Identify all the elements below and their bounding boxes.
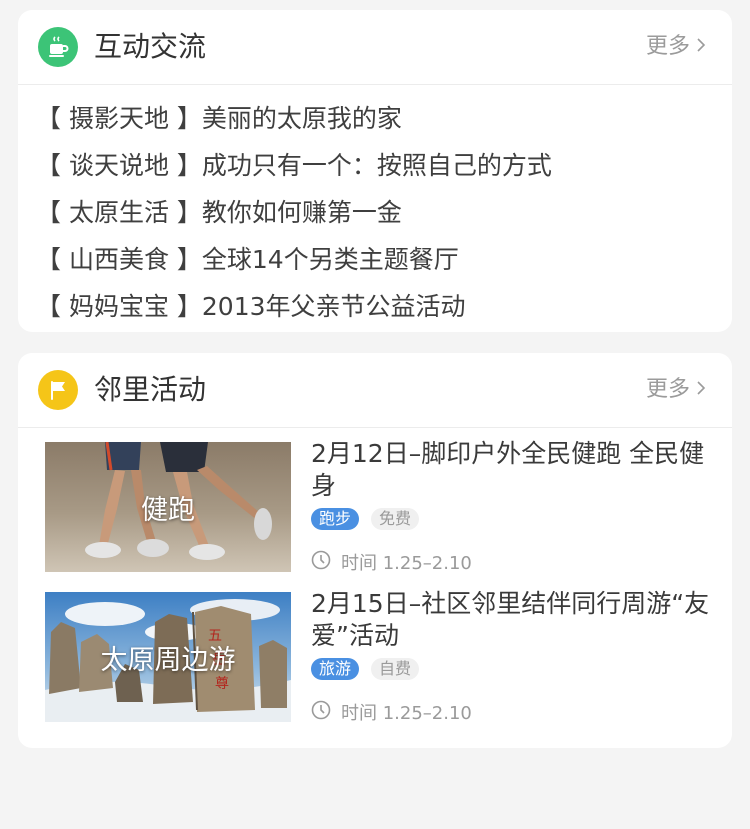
time-row: 时间 1.25–2.10 [311, 699, 472, 725]
more-label: 更多 [645, 34, 690, 59]
topic-item[interactable]: 【 妈妈宝宝 】2013年父亲节公益活动 [36, 283, 732, 330]
activities-title: 邻里活动 [94, 373, 207, 406]
category-tag: 跑步 [311, 508, 360, 530]
activity-title: 2月15日–社区邻里结伴同行周游“友爱”活动 [311, 589, 710, 650]
clock-icon [311, 700, 331, 725]
scenery-photo: 五 岳 尊 太原周边游 [45, 592, 291, 722]
fee-tag: 自费 [371, 658, 420, 680]
activity-title: 2月12日–脚印户外全民健跑 全民健身 [311, 439, 705, 500]
fee-tag: 免费 [371, 508, 420, 530]
time-row: 时间 1.25–2.10 [311, 549, 472, 575]
thumb-label: 太原周边游 [100, 644, 236, 676]
interaction-card: 互动交流 更多 【 摄影天地 】美丽的太原我的家 【 谈天说地 】成功只有一个：… [18, 10, 732, 332]
topic-item[interactable]: 【 山西美食 】全球14个另类主题餐厅 [36, 236, 732, 283]
running-photo: 健跑 [45, 442, 291, 572]
flag-icon [38, 370, 78, 410]
interaction-more-link[interactable]: 更多 [646, 32, 706, 62]
thumb-label: 健跑 [141, 494, 195, 526]
time-text: 时间 1.25–2.10 [341, 553, 472, 574]
coffee-cup-icon [38, 27, 78, 67]
interaction-title: 互动交流 [94, 30, 207, 63]
activities-more-link[interactable]: 更多 [646, 375, 706, 405]
topic-list: 【 摄影天地 】美丽的太原我的家 【 谈天说地 】成功只有一个：按照自己的方式 … [18, 85, 732, 330]
time-text: 时间 1.25–2.10 [341, 703, 472, 724]
clock-icon [311, 550, 331, 575]
tag-group: 跑步 免费 [311, 508, 420, 530]
activity-item[interactable]: 五 岳 尊 太原周边游 2月15日–社区邻里结伴同行周游“友爱”活动 旅游 自费… [45, 589, 715, 725]
activities-card: 邻里活动 更多 健跑 2月12日–脚印户外全民健跑 全民健身 跑步 免费 时间 … [18, 353, 732, 748]
interaction-header: 互动交流 更多 [18, 10, 732, 85]
tag-group: 旅游 自费 [311, 658, 420, 680]
topic-item[interactable]: 【 谈天说地 】成功只有一个：按照自己的方式 [36, 142, 732, 189]
topic-item[interactable]: 【 太原生活 】教你如何赚第一金 [36, 189, 732, 236]
activity-item[interactable]: 健跑 2月12日–脚印户外全民健跑 全民健身 跑步 免费 时间 1.25–2.1… [45, 439, 715, 575]
chevron-right-icon [696, 375, 706, 405]
chevron-right-icon [696, 32, 706, 62]
more-label: 更多 [645, 377, 690, 402]
activities-header: 邻里活动 更多 [18, 353, 732, 428]
category-tag: 旅游 [311, 658, 360, 680]
topic-item[interactable]: 【 摄影天地 】美丽的太原我的家 [36, 95, 732, 142]
